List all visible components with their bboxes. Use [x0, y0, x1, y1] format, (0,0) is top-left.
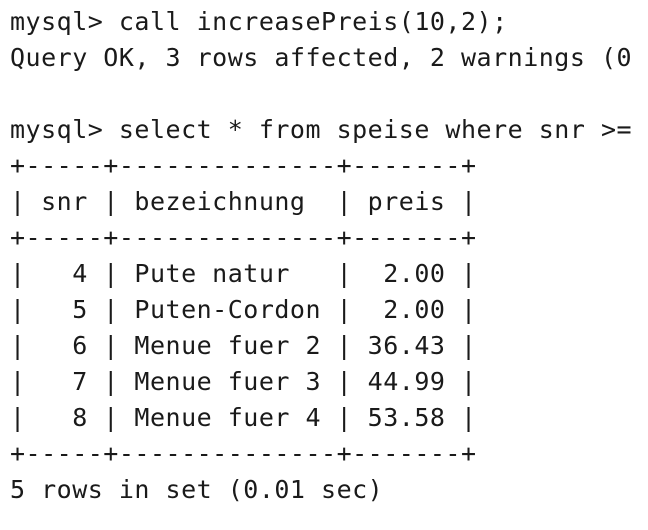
table-row: | 4 | Pute natur | 2.00 | [10, 259, 477, 288]
table-row: | 7 | Menue fuer 3 | 44.99 | [10, 367, 477, 396]
result-summary: 5 rows in set (0.01 sec) [10, 475, 384, 504]
table-row: | 8 | Menue fuer 4 | 53.58 | [10, 403, 477, 432]
query-ok-status: Query OK, 3 rows affected, 2 warnings (0 [10, 43, 633, 72]
table-row: | 5 | Puten-Cordon | 2.00 | [10, 295, 477, 324]
table-header-row: | snr | bezeichnung | preis | [10, 187, 477, 216]
table-border-top: +-----+--------------+-------+ [10, 151, 477, 180]
command-line-select: mysql> select * from speise where snr >= [10, 115, 633, 144]
table-row: | 6 | Menue fuer 2 | 36.43 | [10, 331, 477, 360]
table-border-header: +-----+--------------+-------+ [10, 223, 477, 252]
command-line-call: mysql> call increasePreis(10,2); [10, 7, 508, 36]
terminal-window[interactable]: mysql> call increasePreis(10,2); Query O… [0, 0, 648, 530]
table-border-bottom: +-----+--------------+-------+ [10, 439, 477, 468]
